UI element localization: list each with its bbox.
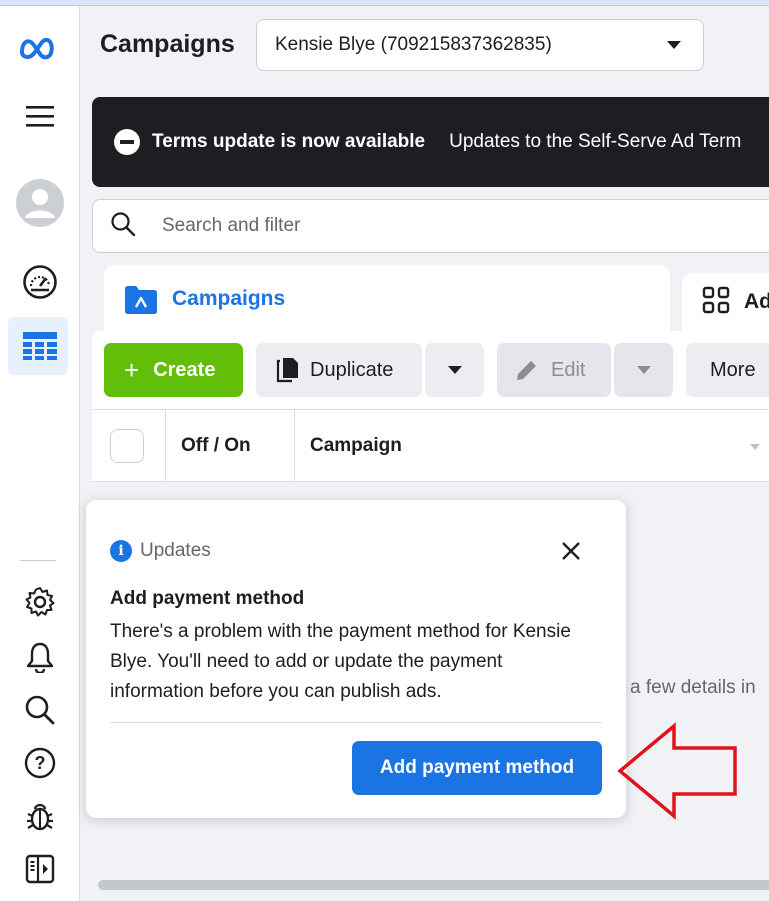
plus-icon: + [124,355,140,385]
table-header: Off / On Campaign [92,409,769,482]
popup-title: Add payment method [110,588,305,609]
tab-campaigns-label: Campaigns [172,287,286,310]
duplicate-label: Duplicate [310,358,394,381]
annotation-arrow-icon [617,722,737,820]
popup-section-label: Updates [140,540,211,561]
more-button[interactable]: More [686,343,769,397]
chevron-down-icon [667,41,681,49]
duplicate-button[interactable]: Duplicate [256,343,422,397]
pencil-icon [515,358,539,382]
search-icon [110,211,136,242]
campaigns-table-icon[interactable] [0,331,80,361]
report-bug-icon[interactable] [0,800,80,832]
account-selector-value: Kensie Blye (709215837362835) [275,34,552,55]
account-avatar-icon[interactable] [0,178,80,228]
svg-text:?: ? [35,753,46,773]
tab-ads[interactable]: Ad [682,273,769,331]
column-header-campaign[interactable]: Campaign [310,435,402,457]
edit-button[interactable]: Edit [497,343,611,397]
toggle-panel-icon[interactable] [0,854,80,884]
column-divider [294,410,295,482]
banner-title: Terms update is now available [152,131,426,152]
sidebar: ? [0,6,80,901]
edit-dropdown-button[interactable] [614,343,673,397]
payment-update-popup: i Updates Add payment method There's a p… [86,500,626,818]
edit-label: Edit [551,358,586,381]
horizontal-scrollbar[interactable] [98,880,769,890]
terms-update-banner[interactable]: Terms update is now available Updates to… [92,97,769,187]
help-question-icon[interactable]: ? [0,747,80,779]
notifications-bell-icon[interactable] [0,641,80,673]
info-icon: i [110,540,132,562]
page-title: Campaigns [100,30,235,58]
search-icon[interactable] [0,694,80,726]
chevron-down-icon [636,366,651,374]
create-button[interactable]: + Create [104,343,243,397]
performance-gauge-icon[interactable] [0,264,80,300]
popup-message: There's a problem with the payment metho… [110,621,571,702]
chevron-down-icon [447,366,462,374]
duplicate-dropdown-button[interactable] [425,343,484,397]
column-divider [165,410,166,482]
sidebar-divider [20,560,56,561]
meta-logo-icon[interactable] [0,36,80,60]
browser-top-strip [0,0,769,6]
tab-ads-label: Ad [744,290,769,313]
banner-text: Updates to the Self-Serve Ad Term [449,131,742,152]
search-filter-bar[interactable]: Search and filter [92,199,769,253]
close-icon[interactable] [560,540,582,562]
create-label: Create [153,358,216,381]
add-payment-method-button[interactable]: Add payment method [352,741,602,795]
account-selector[interactable]: Kensie Blye (709215837362835) [256,19,704,71]
sort-chevron-icon[interactable] [750,444,760,450]
minus-circle-icon [114,129,140,155]
more-label: More [710,358,756,381]
popup-header: i Updates [110,540,211,562]
menu-icon[interactable] [0,104,80,128]
select-all-checkbox[interactable] [110,429,144,463]
campaigns-folder-icon [124,285,158,320]
column-header-off-on[interactable]: Off / On [181,435,251,457]
popup-divider [110,722,602,723]
ads-grid-icon [702,286,730,319]
empty-state-text: a few details in [630,677,756,698]
duplicate-icon [276,357,300,383]
search-input[interactable]: Search and filter [162,215,300,237]
settings-gear-icon[interactable] [0,586,80,618]
